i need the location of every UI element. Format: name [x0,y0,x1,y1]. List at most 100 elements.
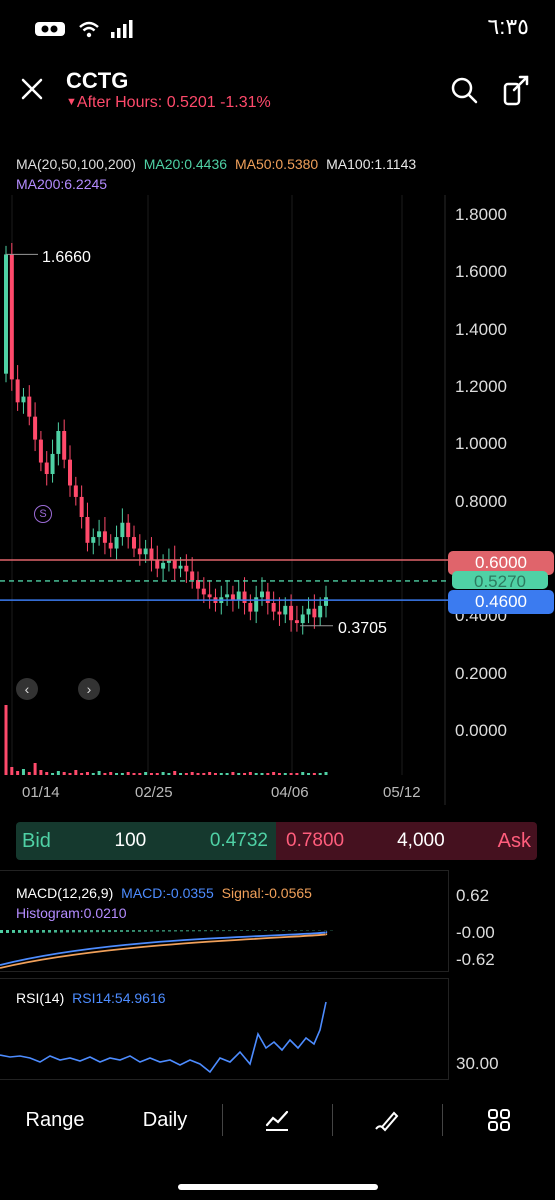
scroll-left-button[interactable]: ‹ [16,678,38,700]
volume-bars [4,705,328,775]
volume-bar [33,763,37,775]
histogram-bar [300,930,303,931]
volume-bar [231,772,235,775]
volume-bar [184,773,188,775]
indicator-button[interactable] [222,1090,332,1150]
bid-price: 0.4732 [209,830,268,851]
candle [97,531,102,538]
rsi-tick: 30.00 [456,1054,499,1073]
range-button[interactable]: Range [0,1090,110,1150]
volume-bar [27,772,31,775]
histogram-bar [66,930,69,933]
macd-tick-top: 0.62 [456,886,490,905]
histogram-bar [138,930,141,932]
share-icon[interactable] [502,74,532,106]
candle [242,591,247,603]
more-button[interactable] [442,1090,555,1150]
candle [178,565,183,569]
histogram-bar [72,930,75,933]
histogram-bar [228,930,231,932]
volume-bar [97,771,101,775]
ask-price: 0.7800 [286,830,345,851]
histogram-bar [132,930,135,932]
volume-bar [260,773,264,775]
daily-button[interactable]: Daily [110,1090,220,1150]
candle [114,537,119,549]
level-pill-0460[interactable]: 0.4600 [448,590,554,614]
candle [102,531,107,543]
ask-size: 4,000 [397,830,445,851]
search-icon[interactable] [450,76,478,104]
volume-bar [237,773,241,775]
candle [27,396,32,417]
histogram-bar [24,930,27,933]
volume-bar [132,773,136,775]
ma-label: MA(20,50,100,200) [16,156,136,172]
histogram-bar [144,930,147,932]
histogram-bar [330,930,333,931]
ma50-value: MA50:0.5380 [234,156,319,172]
candle [324,597,328,606]
histogram-bar [156,930,159,932]
candle [190,571,195,581]
after-hours-text: After Hours: 0.5201 -1.31% [76,94,271,111]
ask-side[interactable]: 0.7800 4,000 Ask [276,822,537,860]
histogram-bar [12,930,15,933]
macd-tick-bottom: -0.62 [456,950,495,969]
volume-bar [51,773,55,775]
status-icons [34,20,134,38]
volume-bar [74,770,78,775]
histogram-bar [102,930,105,933]
chart-grid [11,195,446,805]
ma-legend-row1: MA(20,50,100,200) MA20:0.4436 MA50:0.538… [16,156,416,172]
volume-bar [120,773,124,775]
volume-bar [289,773,293,775]
histogram-bar [30,930,33,933]
volume-bar [312,773,316,775]
volume-bar [161,772,165,775]
candle [44,462,49,474]
volume-bar [115,773,119,775]
close-icon[interactable] [20,77,44,101]
histogram-bar [60,930,63,933]
candle [91,537,96,543]
histogram-bar [0,930,3,933]
volume-bar [68,773,72,775]
rsi-line [0,1001,327,1074]
bid-side[interactable]: Bid 100 0.4732 [16,822,276,860]
candle [172,560,177,569]
down-arrow-icon: ▼ [66,96,77,108]
candle [149,548,154,560]
histogram-bar [174,930,177,932]
volume-bar [149,773,153,775]
volume-bar [254,773,258,775]
grid-icon [487,1109,510,1131]
wifi-icon [79,21,99,38]
draw-button[interactable] [332,1090,442,1150]
volume-bar [10,767,14,775]
histogram-bar [42,930,45,933]
x-tick-label: 01/14 [22,784,60,801]
macd-plot [0,930,333,969]
histogram-bar [120,930,123,932]
histogram-bar [222,930,225,932]
candle [283,605,288,615]
histogram-bar [6,930,9,933]
histogram-bar [294,930,297,931]
candle [230,594,235,601]
histogram-bar [288,930,291,931]
s-marker[interactable]: S [34,505,52,523]
volume-bar [109,772,113,775]
candle [248,603,253,612]
volume-bar [16,771,20,775]
candle [85,517,90,543]
histogram-bar [180,930,183,932]
volume-bar [248,772,252,775]
volume-bar [277,773,281,775]
candle [254,597,259,612]
histogram-bar [78,930,81,933]
level-pill-0527[interactable]: 0.5270 [452,571,548,589]
volume-bar [225,773,229,775]
histogram-bar [240,930,243,931]
scroll-right-button[interactable]: › [78,678,100,700]
